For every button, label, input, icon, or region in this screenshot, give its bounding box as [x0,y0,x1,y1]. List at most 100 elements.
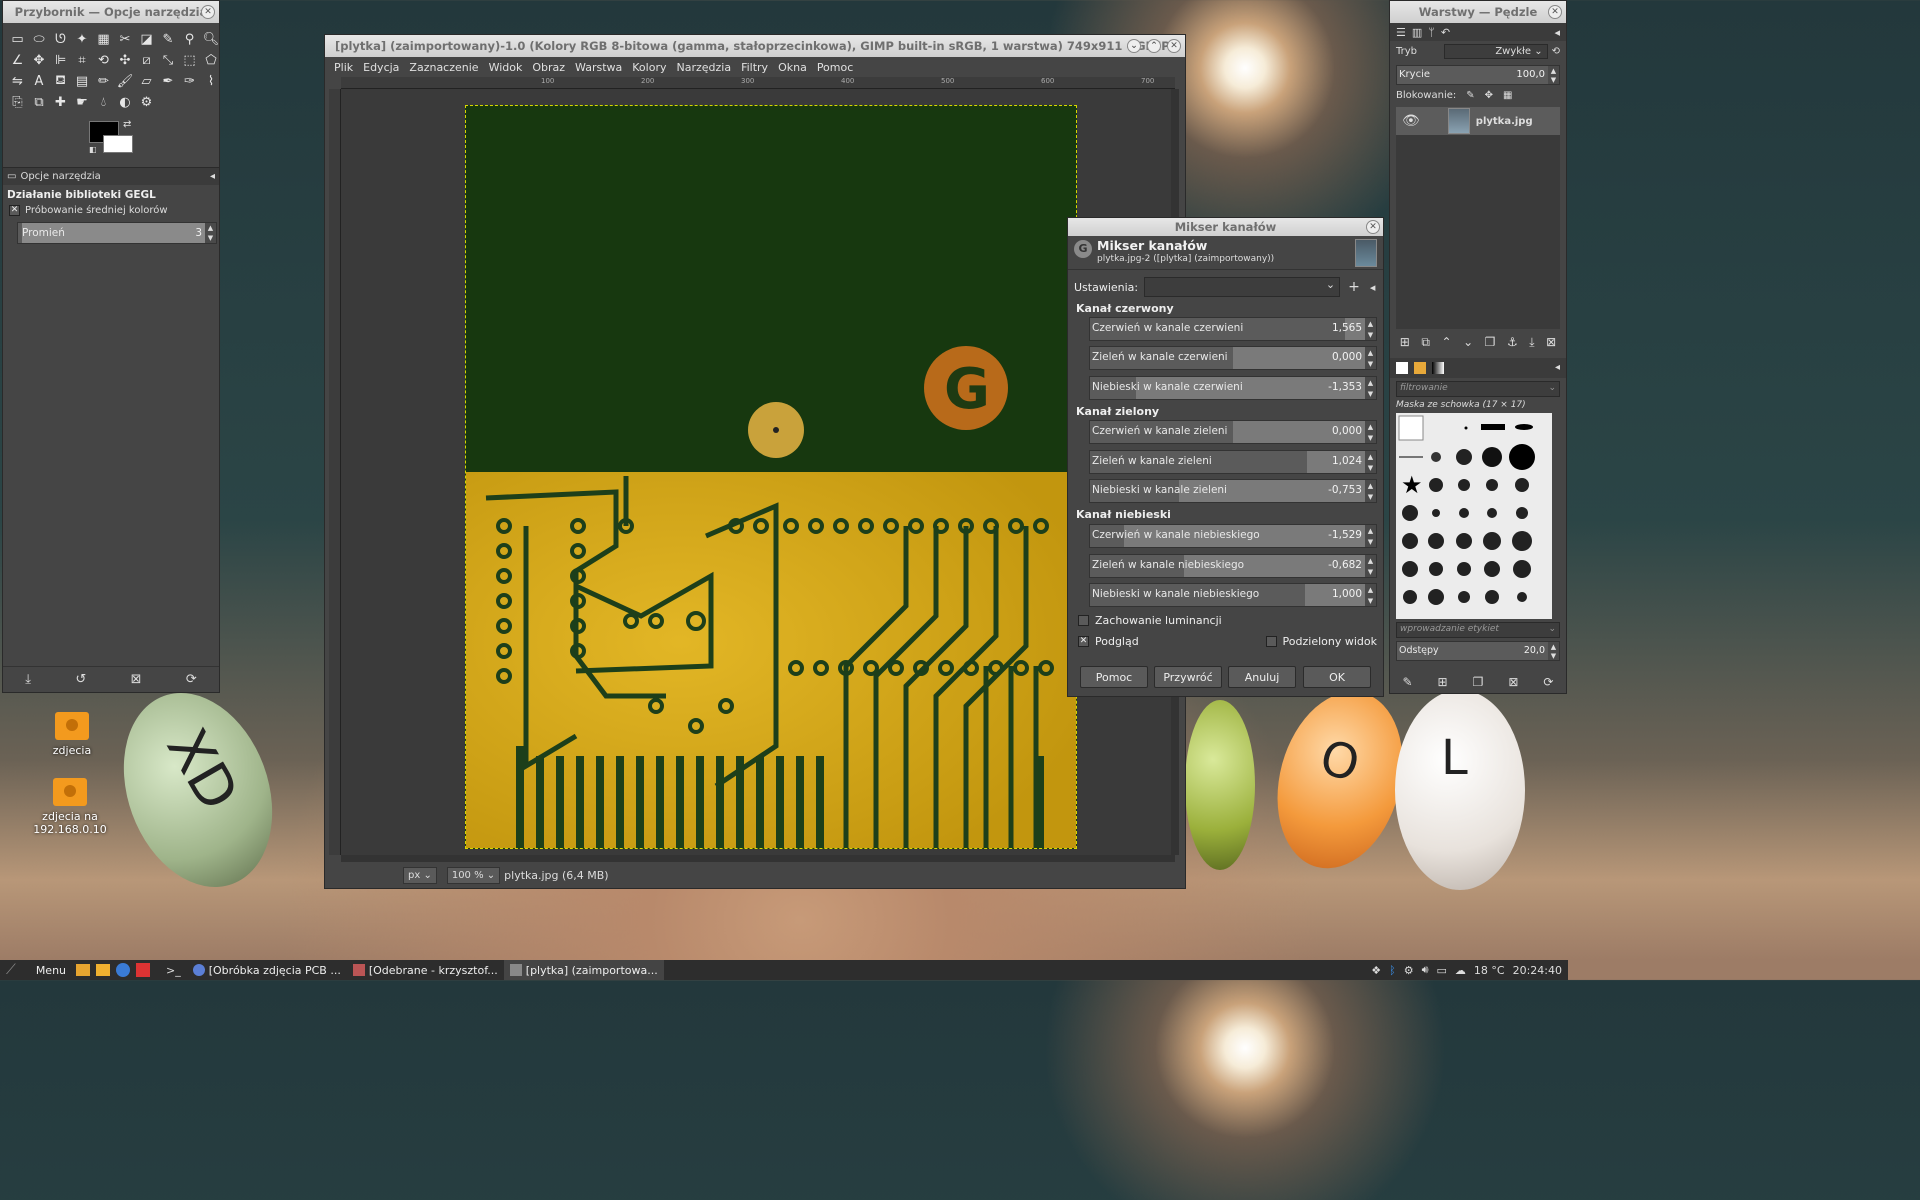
image-titlebar[interactable]: [plytka] (zaimportowany)-1.0 (Kolory RGB… [325,35,1185,57]
spin-buttons[interactable]: ▲ ▼ [1365,421,1376,443]
spin-buttons[interactable]: ▲ ▼ [1365,318,1376,340]
raise-layer-icon[interactable]: ⌃ [1441,335,1451,350]
mode-dropdown[interactable]: Zwykłe ⌄ [1444,44,1548,59]
dropbox-icon[interactable]: ❖ [1371,964,1381,977]
maximize-icon[interactable]: ⌃ [1147,39,1161,53]
ink-icon[interactable]: ✑ [179,71,200,92]
menu-edycja[interactable]: Edycja [358,61,404,74]
close-icon[interactable]: ✕ [201,5,215,19]
undo-tab-icon[interactable]: ↶ [1441,26,1450,39]
green-in-blue-slider[interactable]: Zieleń w kanale niebieskiego -0,682 ▲ ▼ [1089,554,1377,578]
close-icon[interactable]: ✕ [1366,220,1380,234]
dock-titlebar[interactable]: Warstwy — Pędzle ✕ [1390,1,1566,23]
start-menu-button[interactable]: ⟋ Menu [0,960,72,980]
split-view-checkbox[interactable] [1265,636,1277,647]
smudge-icon[interactable]: ☛ [72,92,93,113]
patterns-tab-icon[interactable] [1414,362,1426,374]
heal-icon[interactable]: ✚ [50,92,71,113]
paths-icon[interactable]: ✎ [158,29,179,50]
radius-slider[interactable]: Promień 3 ▲ ▼ [17,222,217,244]
spin-buttons[interactable]: ▲ ▼ [1365,377,1376,399]
default-colors-icon[interactable]: ◧ [89,145,97,154]
green-in-red-slider[interactable]: Zieleń w kanale czerwieni 0,000 ▲ ▼ [1089,346,1377,370]
red-in-red-slider[interactable]: Czerwień w kanale czerwieni 1,565 ▲ ▼ [1089,317,1377,341]
align-icon[interactable]: ⊫ [50,50,71,71]
fuzzy-select-icon[interactable]: ✦ [72,29,93,50]
refresh-brushes-icon[interactable]: ⟳ [1543,675,1553,689]
visibility-eye-icon[interactable]: 👁︎ [1402,113,1420,129]
presets-dropdown[interactable]: ⌄ [1144,277,1341,297]
edit-brush-icon[interactable]: ✎ [1402,675,1412,689]
delete-layer-icon[interactable]: ⊠ [1546,335,1556,350]
new-brush-icon[interactable]: ⊞ [1438,675,1448,689]
lock-alpha-icon[interactable]: ▦ [1503,90,1512,101]
zoom-selector[interactable]: 100 % ⌄ [446,866,501,884]
shear-icon[interactable]: ⧄ [136,50,157,71]
toolbox-titlebar[interactable]: Przybornik — Opcje narzędzia ✕ [3,1,219,23]
terminal-icon[interactable]: >_ [166,964,181,977]
spin-buttons[interactable]: ▲ ▼ [1365,347,1376,369]
brushes-tab-icon[interactable] [1396,362,1408,374]
menu-zaznaczenie[interactable]: Zaznaczenie [404,61,483,74]
slider-value[interactable]: 0,000 [1332,351,1362,363]
spin-buttons[interactable]: ▲ ▼ [1548,66,1559,84]
measure-icon[interactable]: ∠ [7,50,28,71]
spacing-slider[interactable]: Odstępy 20,0 ▲ ▼ [1396,641,1560,661]
unified-transform-icon[interactable]: ⟲ [93,50,114,71]
files-icon[interactable] [76,964,91,976]
spin-buttons[interactable]: ▲ ▼ [1365,451,1376,473]
task-browser[interactable]: [Obróbka zdjęcia PCB ... [187,960,347,980]
eraser-icon[interactable]: ▱ [136,71,157,92]
close-icon[interactable]: ✕ [1548,5,1562,19]
slider-value[interactable]: 20,0 [1524,645,1545,656]
spin-buttons[interactable]: ▲ ▼ [1365,480,1376,502]
desktop-icon-zdjecia[interactable]: zdjecia [24,712,120,757]
lock-position-icon[interactable]: ✥ [1485,90,1493,101]
perspective-clone-icon[interactable]: ⧉ [29,92,50,113]
reset-button[interactable]: Przywróć [1154,666,1222,688]
panel-menu-icon[interactable]: ◂ [1554,26,1560,39]
horizontal-ruler[interactable]: 100 200 300 400 500 600 700 [341,77,1175,89]
brush-filter-dropdown[interactable]: filtrowanie ⌄ [1396,381,1560,397]
blur-icon[interactable]: 💧︎ [93,92,114,113]
spin-buttons[interactable]: ▲ ▼ [1365,555,1376,577]
zoom-icon[interactable]: 🔍︎ [201,29,222,50]
background-color-swatch[interactable] [103,135,133,153]
slider-value[interactable]: 100,0 [1516,69,1545,80]
swap-colors-icon[interactable]: ⇄ [123,119,131,130]
fg-bg-colors[interactable]: ⇄ ◧ [3,119,219,163]
perspective-icon[interactable]: ⬠ [201,50,222,71]
menu-narzedzia[interactable]: Narzędzia [671,61,736,74]
ellipse-select-icon[interactable]: ⬭ [29,29,50,50]
new-group-icon[interactable]: ⧉ [1421,335,1430,350]
slider-value[interactable]: 1,565 [1332,322,1362,334]
clone-icon[interactable]: ⎘ [7,92,28,113]
dialog-titlebar[interactable]: Mikser kanałów ✕ [1068,218,1383,236]
panel-menu-icon[interactable]: ◂ [1555,362,1560,374]
add-preset-icon[interactable]: + [1348,279,1360,295]
lower-layer-icon[interactable]: ⌄ [1463,335,1473,350]
slider-value[interactable]: -1,529 [1328,529,1362,541]
weather-icon[interactable]: ☁ [1455,964,1466,977]
preserve-luminosity-option[interactable]: Zachowanie luminancji [1078,614,1222,627]
slider-value[interactable]: 1,000 [1332,588,1362,600]
spin-buttons[interactable]: ▲ ▼ [1365,525,1376,547]
slider-value[interactable]: -0,682 [1328,559,1362,571]
foreground-select-icon[interactable]: ◪ [136,29,157,50]
menu-pomoc[interactable]: Pomoc [812,61,858,74]
airbrush-icon[interactable]: ✒ [158,71,179,92]
crop-icon[interactable]: ⌗ [72,50,93,71]
anchor-icon[interactable]: ⚓ [1507,335,1518,350]
dodge-burn-icon[interactable]: ◐ [115,92,136,113]
spin-buttons[interactable]: ▲ ▼ [1365,584,1376,606]
minimize-icon[interactable]: ⌄ [1127,39,1141,53]
bucket-fill-icon[interactable]: ⛾ [50,71,71,92]
spin-buttons[interactable]: ▲ ▼ [1548,642,1559,660]
home-folder-icon[interactable] [96,964,111,976]
blue-in-green-slider[interactable]: Niebieski w kanale zieleni -0,753 ▲ ▼ [1089,479,1377,503]
menu-filtry[interactable]: Filtry [736,61,773,74]
menu-plik[interactable]: Plik [329,61,358,74]
warp-icon[interactable]: ✣ [115,50,136,71]
help-button[interactable]: Pomoc [1080,666,1148,688]
slider-value[interactable]: 1,024 [1332,455,1362,467]
